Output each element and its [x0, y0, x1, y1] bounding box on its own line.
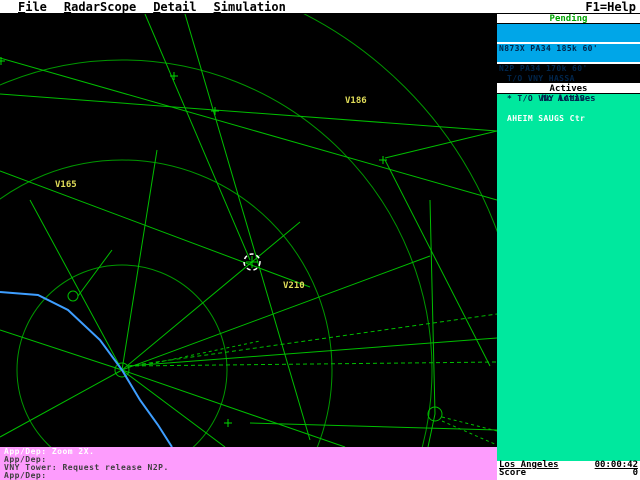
fix-marks — [0, 57, 387, 427]
message-console: App/Dep: Zoom 2X. App/Dep: VNY Tower: Re… — [0, 447, 497, 480]
menu-detail[interactable]: Detail — [153, 1, 196, 13]
radar-scope[interactable]: V186 V165 V210 — [0, 14, 497, 447]
message-line: App/Dep: Zoom 2X. — [4, 447, 95, 456]
score-value: 0 — [632, 468, 638, 478]
message-line: App/Dep: — [4, 471, 47, 480]
pending-header: Pending — [497, 14, 640, 24]
airway-label-v210: V210 — [283, 281, 305, 291]
menu-file-label: ile — [25, 0, 47, 14]
menu-file[interactable]: File — [18, 1, 47, 13]
airway-label-v186: V186 — [345, 96, 367, 106]
menu-radarscope[interactable]: RadarScope — [64, 1, 136, 13]
menu-simulation[interactable]: Simulation — [214, 1, 286, 13]
flight-strip-sidebar: Pending N873X PA34 185k 60' T/O VNY HASS… — [497, 14, 640, 480]
menu-bar: File RadarScope Detail Simulation F1=Hel… — [0, 0, 640, 14]
menu-simulation-label: imulation — [220, 0, 286, 14]
menu-items: File RadarScope Detail Simulation — [18, 1, 286, 13]
radar-canvas: V186 V165 V210 — [0, 14, 497, 447]
airway-lines — [0, 14, 497, 447]
pending-strip-n873x[interactable]: N873X PA34 185k 60' T/O VNY HASSA — [497, 24, 640, 83]
coastline — [0, 291, 173, 447]
score-label: Score — [499, 468, 527, 478]
menu-simulation-hotkey: S — [213, 0, 221, 14]
menu-radarscope-label: adarScope — [71, 0, 137, 14]
actives-panel: No Actives — [497, 94, 640, 461]
sim-clock: 00:00:42 — [594, 460, 638, 470]
airway-label-v165: V165 — [55, 180, 77, 190]
message-line: VNY Tower: Request release N2P. — [4, 463, 169, 472]
help-shortcut[interactable]: F1=Help — [585, 1, 636, 13]
airway-labels: V186 V165 V210 — [55, 96, 367, 291]
status-row-score: Score 0 — [497, 468, 640, 478]
menu-detail-label: etail — [160, 0, 197, 14]
status-panel: Los Angeles 00:00:42 Score 0 — [497, 460, 640, 478]
